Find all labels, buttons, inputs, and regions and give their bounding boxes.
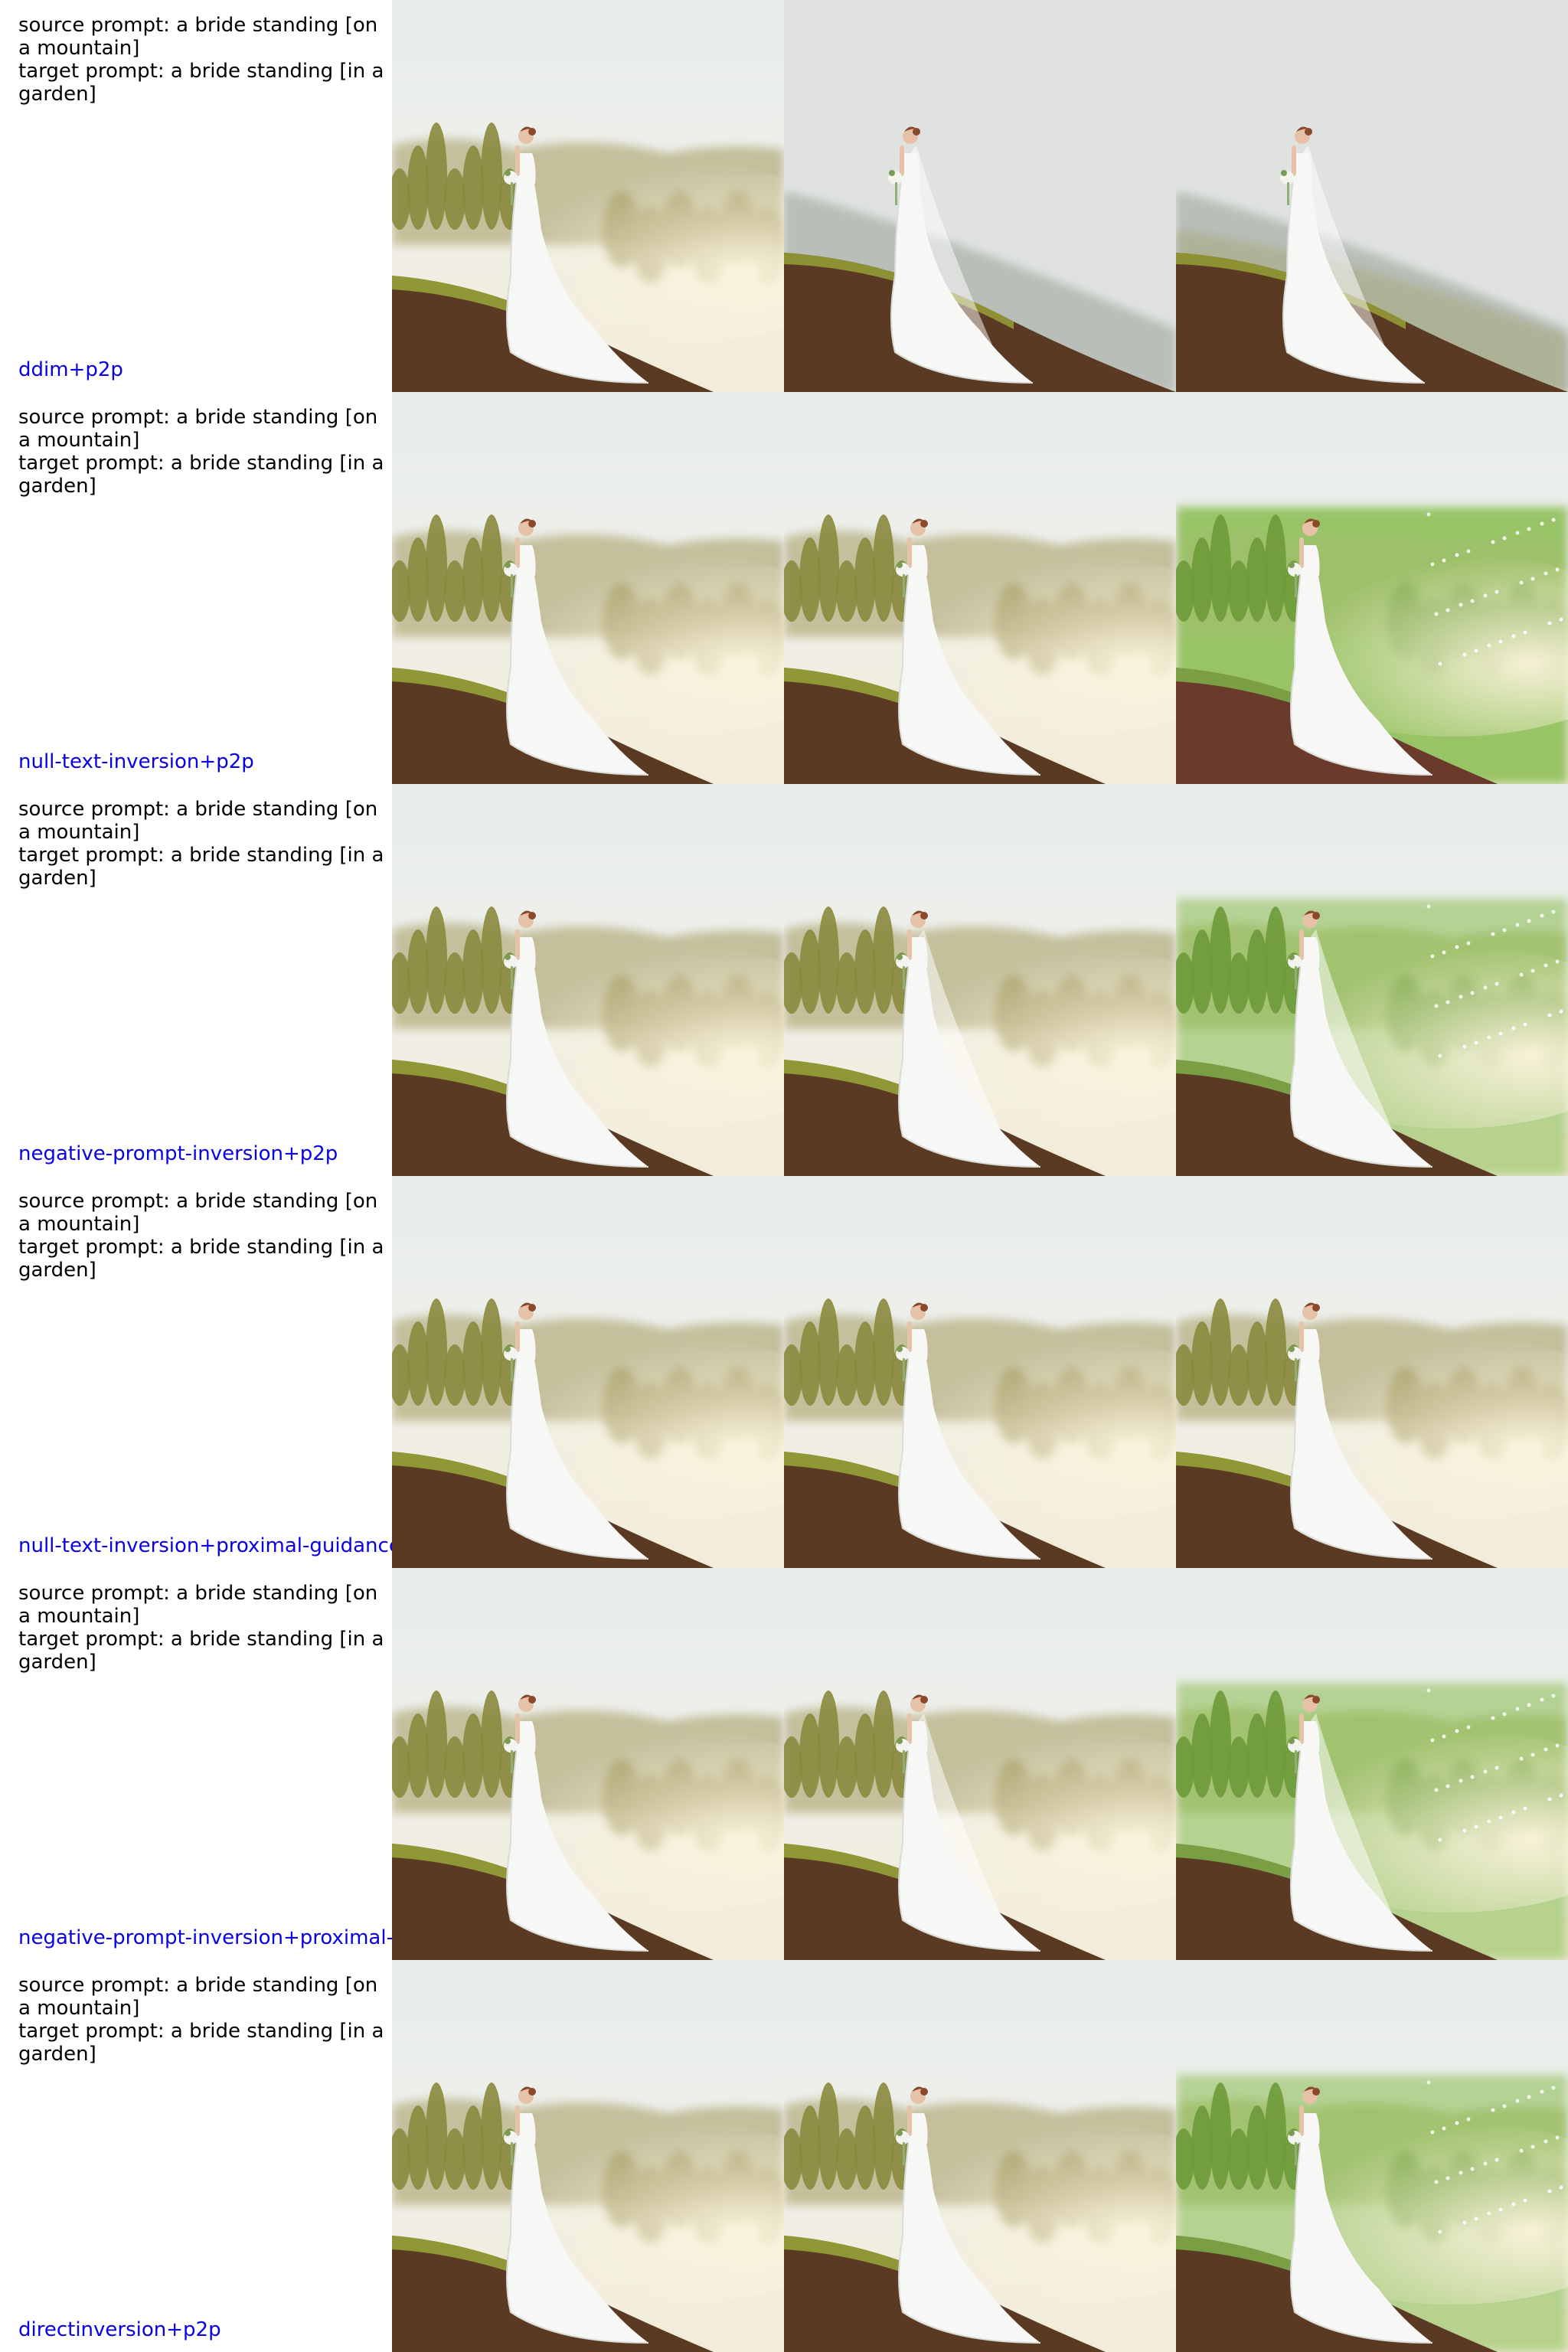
method-label: ddim+p2p — [18, 358, 123, 381]
edited-image — [1176, 1568, 1568, 1960]
reconstruction-image — [784, 392, 1176, 784]
bride-photo — [392, 1568, 784, 1960]
edited-image — [1176, 392, 1568, 784]
prompt-text: source prompt: a bride standing [on a mo… — [18, 798, 390, 890]
bride-photo — [784, 1568, 1176, 1960]
bride-photo — [1176, 0, 1568, 392]
method-label: null-text-inversion+p2p — [18, 750, 254, 773]
prompt-text: source prompt: a bride standing [on a mo… — [18, 1190, 390, 1282]
comparison-row: source prompt: a bride standing [on a mo… — [0, 1568, 1568, 1960]
comparison-row: source prompt: a bride standing [on a mo… — [0, 784, 1568, 1176]
prompt-text: source prompt: a bride standing [on a mo… — [18, 14, 390, 106]
target-prompt: target prompt: a bride standing [in a ga… — [18, 1628, 390, 1674]
row-label-panel: source prompt: a bride standing [on a mo… — [0, 784, 392, 1176]
source-prompt: source prompt: a bride standing [on a mo… — [18, 1582, 384, 1628]
source-prompt: source prompt: a bride standing [on a mo… — [18, 798, 384, 844]
bride-photo — [1176, 1176, 1568, 1568]
bride-photo — [392, 1176, 784, 1568]
target-prompt: target prompt: a bride standing [in a ga… — [18, 452, 390, 498]
bride-photo — [784, 1176, 1176, 1568]
row-label-panel: source prompt: a bride standing [on a mo… — [0, 392, 392, 784]
edited-image — [1176, 1960, 1568, 2352]
row-label-panel: source prompt: a bride standing [on a mo… — [0, 1176, 392, 1568]
source-prompt: source prompt: a bride standing [on a mo… — [18, 14, 384, 60]
reconstruction-image — [784, 784, 1176, 1176]
row-label-panel: source prompt: a bride standing [on a mo… — [0, 0, 392, 392]
comparison-grid: source prompt: a bride standing [on a mo… — [0, 0, 1568, 2352]
row-label-panel: source prompt: a bride standing [on a mo… — [0, 1568, 392, 1960]
prompt-text: source prompt: a bride standing [on a mo… — [18, 1974, 390, 2066]
bride-photo — [1176, 1960, 1568, 2352]
source-prompt: source prompt: a bride standing [on a mo… — [18, 406, 384, 452]
source-prompt: source prompt: a bride standing [on a mo… — [18, 1190, 384, 1236]
method-label: negative-prompt-inversion+p2p — [18, 1142, 338, 1165]
bride-photo — [784, 1960, 1176, 2352]
source-image — [392, 784, 784, 1176]
bride-photo — [1176, 1568, 1568, 1960]
reconstruction-image — [784, 1176, 1176, 1568]
comparison-row: source prompt: a bride standing [on a mo… — [0, 1176, 1568, 1568]
target-prompt: target prompt: a bride standing [in a ga… — [18, 844, 390, 890]
row-label-panel: source prompt: a bride standing [on a mo… — [0, 1960, 392, 2352]
target-prompt: target prompt: a bride standing [in a ga… — [18, 60, 390, 106]
edited-image — [1176, 784, 1568, 1176]
edited-image — [1176, 1176, 1568, 1568]
source-prompt: source prompt: a bride standing [on a mo… — [18, 1974, 384, 2020]
method-label: null-text-inversion+proximal-guidance — [18, 1534, 392, 1557]
reconstruction-image — [784, 1568, 1176, 1960]
comparison-row: source prompt: a bride standing [on a mo… — [0, 0, 1568, 392]
comparison-row: source prompt: a bride standing [on a mo… — [0, 1960, 1568, 2352]
method-label: directinversion+p2p — [18, 2318, 221, 2341]
method-label: negative-prompt-inversion+proximal-g — [18, 1926, 392, 1949]
bride-photo — [392, 784, 784, 1176]
bride-photo — [392, 1960, 784, 2352]
prompt-text: source prompt: a bride standing [on a mo… — [18, 406, 390, 498]
source-image — [392, 392, 784, 784]
bride-photo — [784, 392, 1176, 784]
reconstruction-image — [784, 1960, 1176, 2352]
bride-photo — [1176, 784, 1568, 1176]
bride-photo — [392, 0, 784, 392]
target-prompt: target prompt: a bride standing [in a ga… — [18, 1236, 390, 1282]
bride-photo — [1176, 392, 1568, 784]
edited-image — [1176, 0, 1568, 392]
source-image — [392, 1960, 784, 2352]
source-image — [392, 1568, 784, 1960]
prompt-text: source prompt: a bride standing [on a mo… — [18, 1582, 390, 1674]
target-prompt: target prompt: a bride standing [in a ga… — [18, 2020, 390, 2066]
source-image — [392, 1176, 784, 1568]
bride-photo — [392, 392, 784, 784]
source-image — [392, 0, 784, 392]
reconstruction-image — [784, 0, 1176, 392]
bride-photo — [784, 784, 1176, 1176]
comparison-row: source prompt: a bride standing [on a mo… — [0, 392, 1568, 784]
bride-photo — [784, 0, 1176, 392]
